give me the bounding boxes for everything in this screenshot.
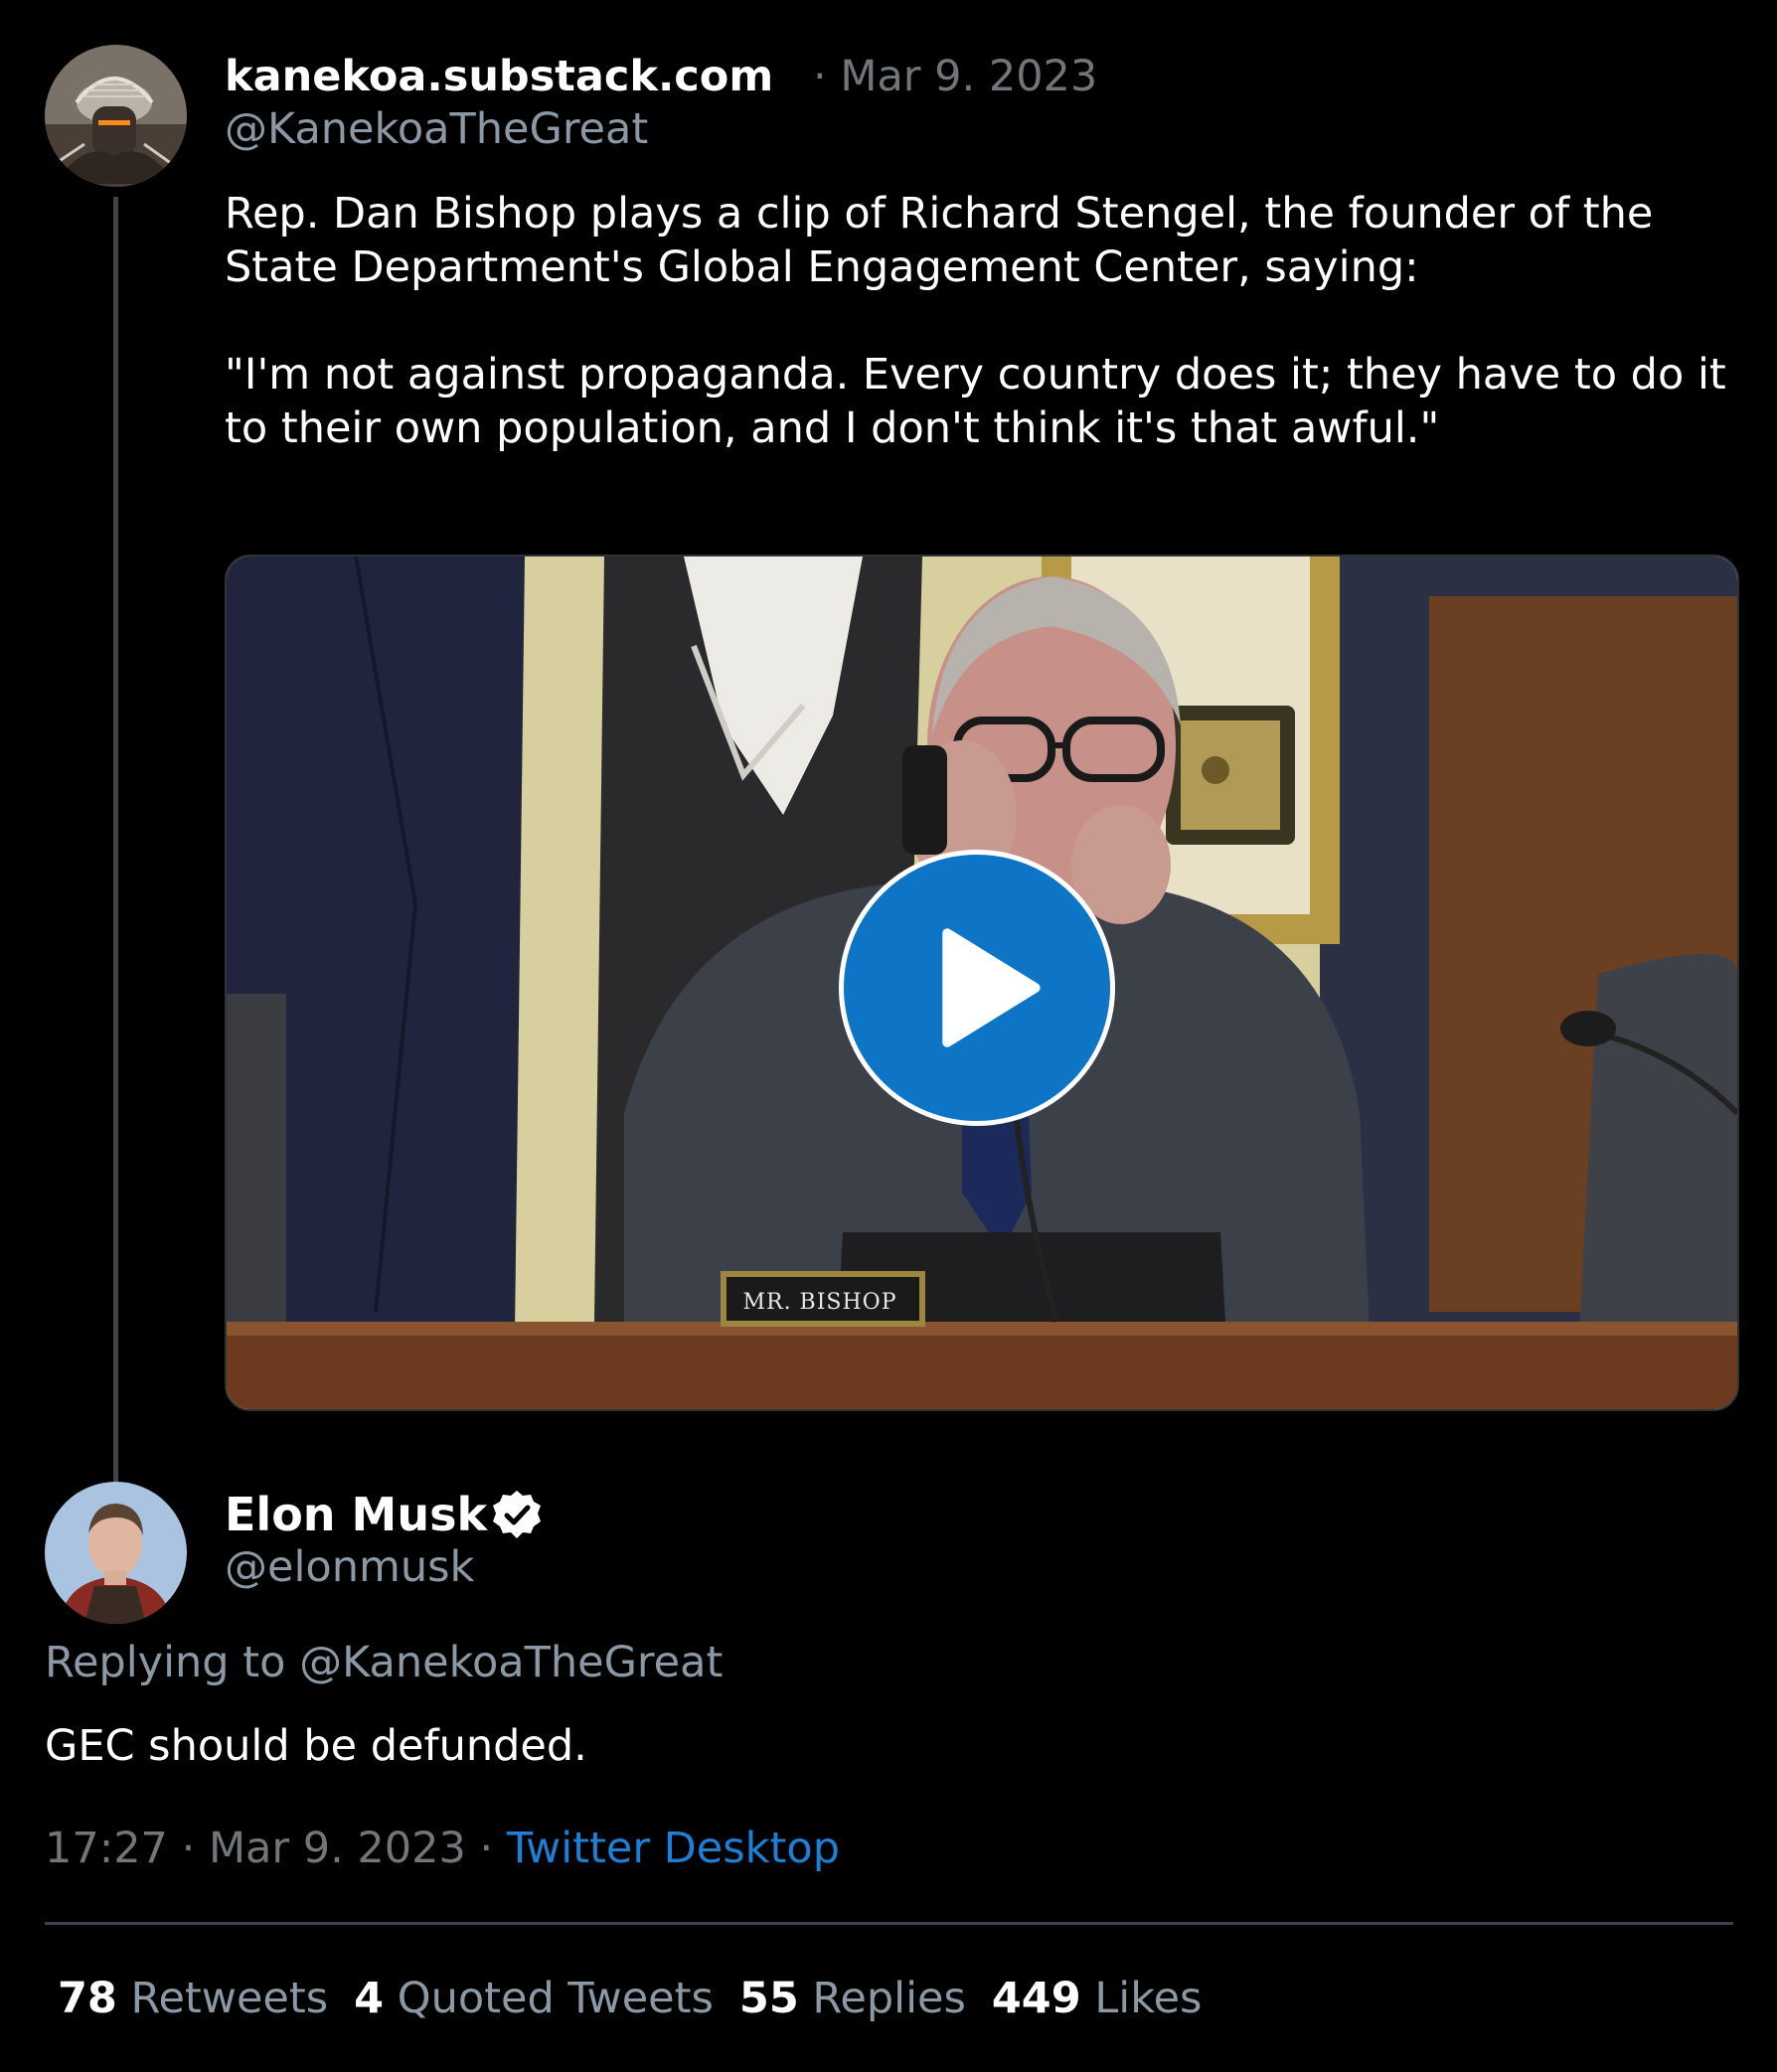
tweet-text-intro: Rep. Dan Bishop plays a clip of Richard … xyxy=(225,189,1654,292)
tweet-date[interactable]: Mar 9. 2023 xyxy=(209,1824,466,1873)
avatar-image xyxy=(45,1482,187,1624)
nameplate-label: MR. BISHOP xyxy=(742,1290,897,1315)
quotes-count: 4 xyxy=(354,1974,385,2023)
tweet-time[interactable]: 17:27 xyxy=(45,1824,168,1873)
avatar-elonmusk[interactable] xyxy=(45,1482,187,1624)
quotes-label: Quoted Tweets xyxy=(397,1974,714,2023)
date-separator: · xyxy=(813,52,827,101)
likes-count: 449 xyxy=(991,1974,1081,2023)
author-handle[interactable]: @elonmusk xyxy=(225,1542,474,1592)
meta-dot: · xyxy=(479,1824,494,1873)
author-handle[interactable]: @KanekoaTheGreat xyxy=(225,104,648,154)
author-display-name[interactable]: Elon Musk xyxy=(225,1488,487,1541)
replying-prefix: Replying to xyxy=(45,1638,300,1687)
replying-to-mention-link[interactable]: @KanekoaTheGreat xyxy=(299,1638,723,1687)
retweets-stat[interactable]: 78 Retweets xyxy=(58,1974,328,2023)
replies-count: 55 xyxy=(738,1974,799,2023)
avatar-kanekoa[interactable] xyxy=(45,45,187,187)
avatar-image xyxy=(45,45,187,187)
tweet-date[interactable]: · Mar 9. 2023 xyxy=(813,52,1097,101)
likes-stat[interactable]: 449 Likes xyxy=(992,1974,1203,2023)
replying-to-line: Replying to @KanekoaTheGreat xyxy=(45,1638,723,1687)
tweet-source-link[interactable]: Twitter Desktop xyxy=(507,1824,840,1873)
video-player[interactable]: MR. BISHOP xyxy=(225,555,1739,1411)
play-icon xyxy=(942,928,1041,1047)
thread-connector-line xyxy=(113,197,118,1485)
likes-label: Likes xyxy=(1094,1974,1203,2023)
verified-badge-icon xyxy=(493,1491,541,1538)
reply-text: GEC should be defunded. xyxy=(45,1721,587,1771)
retweets-count: 78 xyxy=(58,1974,117,2023)
retweets-label: Retweets xyxy=(130,1974,329,2023)
engagement-stats: 78 Retweets 4 Quoted Tweets 55 Replies 449 … xyxy=(58,1972,1227,2025)
meta-dot: · xyxy=(181,1824,196,1873)
tweet-date-text: Mar 9. 2023 xyxy=(840,52,1098,101)
divider xyxy=(45,1922,1733,1925)
replies-label: Replies xyxy=(812,1974,966,2023)
tweet-text-quote: "I'm not against propaganda. Every count… xyxy=(225,350,1726,453)
tweet-metadata: 17:27 · Mar 9. 2023 · Twitter Desktop xyxy=(45,1822,840,1875)
quoted-tweets-stat[interactable]: 4 Quoted Tweets xyxy=(354,1974,714,2023)
play-button[interactable] xyxy=(839,850,1115,1126)
author-display-name[interactable]: kanekoa.substack.com xyxy=(225,52,773,101)
replies-stat[interactable]: 55 Replies xyxy=(739,1974,966,2023)
